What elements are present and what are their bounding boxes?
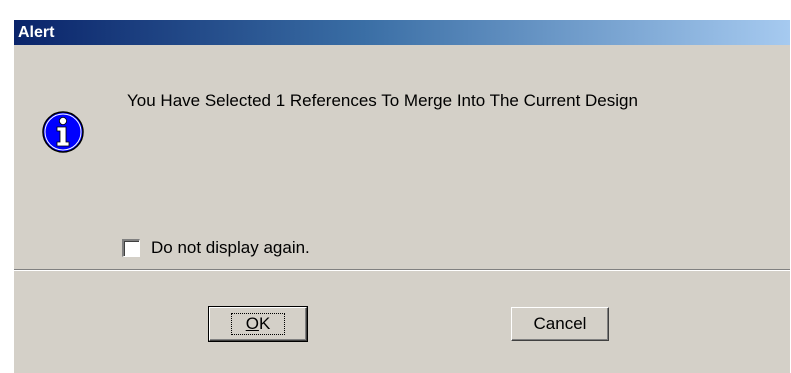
ok-button-focus-ring: OK <box>230 313 286 335</box>
ok-mnemonic: O <box>245 314 259 333</box>
do-not-display-again-checkbox[interactable] <box>122 239 140 257</box>
window-title: Alert <box>18 24 55 41</box>
do-not-display-again-option[interactable]: Do not display again. <box>122 238 310 258</box>
cancel-button[interactable]: Cancel <box>511 307 609 341</box>
checkbox-label[interactable]: Do not display again. <box>151 238 310 258</box>
alert-dialog: Alert You Have Selected 1 References To … <box>12 20 790 373</box>
ok-button[interactable]: OK <box>208 306 308 342</box>
title-bar[interactable]: Alert <box>14 20 790 45</box>
separator <box>14 269 790 271</box>
alert-message: You Have Selected 1 References To Merge … <box>127 91 638 110</box>
info-icon <box>42 111 84 153</box>
ok-label-rest: K <box>258 314 271 333</box>
